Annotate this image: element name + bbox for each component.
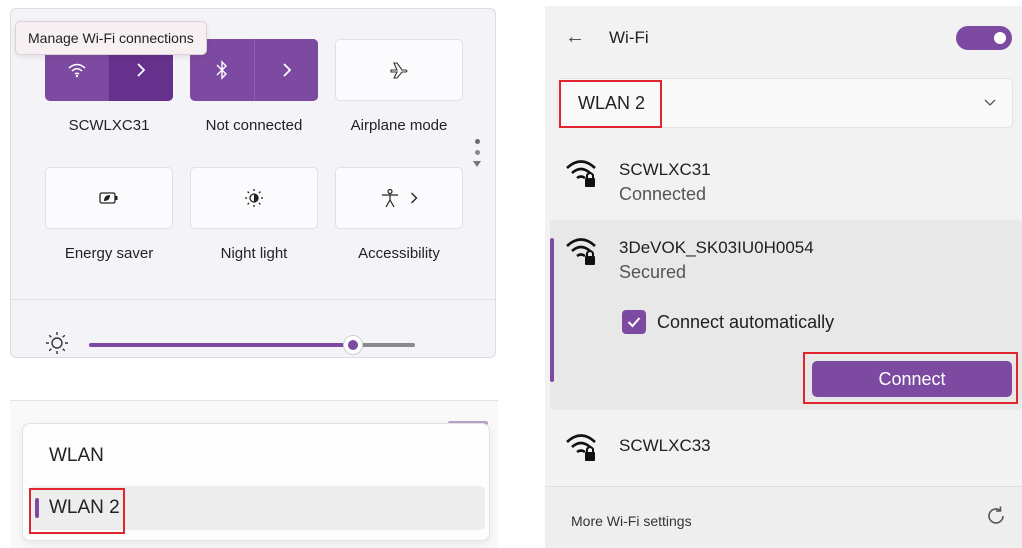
connect-button[interactable]: Connect [812,361,1012,397]
accessibility-label: Accessibility [358,245,440,262]
toggle-knob [994,32,1006,44]
chevron-right-icon [282,63,291,77]
accessibility-icon [382,188,398,208]
adapter-option-label: WLAN 2 [49,497,120,518]
adapter-menu: WLAN WLAN 2 [22,423,490,541]
energy-saver-icon [99,192,118,204]
wifi-secured-icon [566,434,596,461]
chevron-down-icon [984,99,996,106]
night-light-tile[interactable] [190,167,318,229]
network-name: SCWLXC31 [619,160,711,179]
brightness-slider-fill [89,343,354,347]
connect-automatically-checkbox[interactable] [622,310,646,334]
wifi-panel: ← Wi-Fi WLAN 2 SCWLXC31 Connected 3DeVOK… [545,6,1022,548]
page-dot [474,150,480,155]
network-name: SCWLXC33 [619,436,711,455]
selected-indicator [35,498,39,518]
selected-indicator [550,238,554,382]
chevron-right-icon [137,63,146,77]
wifi-secured-icon [566,238,596,265]
bluetooth-tile[interactable] [190,39,318,101]
energy-saver-label: Energy saver [64,245,154,262]
adapter-dropdown-panel: WLAN WLAN 2 [10,400,498,548]
network-name: 3DeVOK_SK03IU0H0054 [619,238,814,257]
panel-divider [11,299,495,300]
wifi-secured-icon [566,160,596,187]
night-light-icon [245,189,263,207]
night-light-label: Night light [220,245,288,262]
page-dot-active [474,139,480,144]
network-item[interactable]: SCWLXC31 Connected [545,146,1022,216]
back-arrow-icon[interactable]: ← [565,26,585,49]
quick-settings-panel: Manage Wi-Fi connections SCWLXC31 Not co… [10,8,496,358]
wifi-icon [68,63,86,78]
chevron-right-icon [411,192,418,204]
energy-saver-tile[interactable] [45,167,173,229]
checkmark-icon [627,317,641,328]
brightness-icon [46,332,68,354]
scroll-down-icon [473,161,481,167]
bluetooth-tile-label: Not connected [205,117,303,134]
wifi-tooltip: Manage Wi-Fi connections [15,21,207,55]
connect-automatically-label: Connect automatically [657,312,835,332]
airplane-icon [390,62,408,79]
adapter-option-wlan[interactable]: WLAN [29,434,485,478]
wifi-footer: More Wi-Fi settings [545,486,1022,548]
adapter-select-value: WLAN 2 [578,93,646,113]
airplane-mode-tile[interactable] [335,39,463,101]
brightness-slider-thumb[interactable] [343,335,364,355]
network-item-expanded[interactable]: 3DeVOK_SK03IU0H0054 Secured Connect auto… [550,220,1022,410]
page-indicator[interactable] [473,139,481,167]
network-status: Secured [619,262,687,282]
bluetooth-manage-button[interactable] [254,39,318,101]
wifi-header: ← Wi-Fi [545,6,1022,70]
accessibility-tile[interactable] [335,167,463,229]
bluetooth-icon [216,60,227,80]
wifi-tile-label: SCWLXC31 [68,117,150,134]
network-item[interactable]: SCWLXC33 [545,420,1022,476]
refresh-icon[interactable] [985,505,1007,527]
more-wifi-settings-link[interactable]: More Wi-Fi settings [571,513,692,529]
adapter-option-wlan-2[interactable]: WLAN 2 [29,486,485,530]
airplane-tile-label: Airplane mode [350,117,448,134]
wifi-title: Wi-Fi [609,28,649,47]
wifi-toggle[interactable] [956,26,1012,50]
adapter-select[interactable]: WLAN 2 [557,78,1013,128]
brightness-slider[interactable] [89,335,415,355]
network-status: Connected [619,184,707,204]
